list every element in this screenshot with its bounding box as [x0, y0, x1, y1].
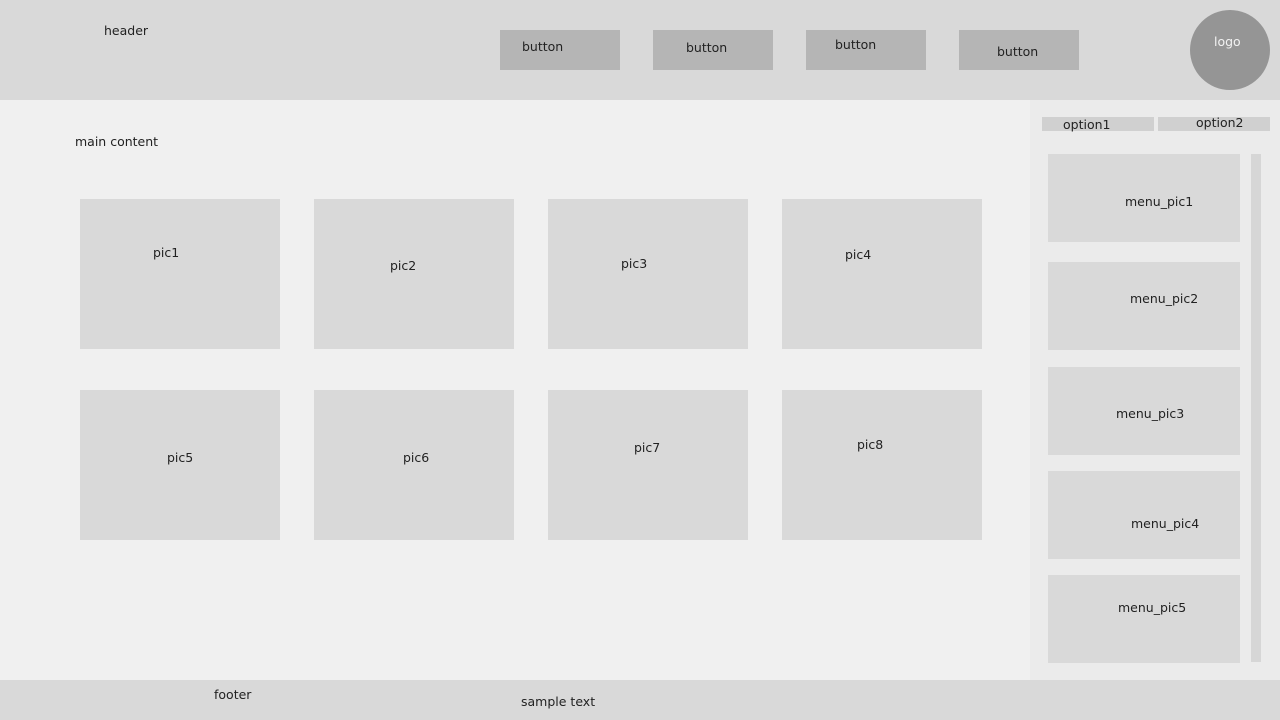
logo-label: logo [1214, 34, 1241, 49]
pic-4-label: pic4 [845, 247, 872, 262]
pic-8-label: pic8 [857, 437, 884, 452]
option-1-label: option1 [1063, 117, 1111, 132]
pic-5[interactable]: pic5 [80, 390, 280, 540]
header-button-4[interactable]: button [959, 30, 1079, 70]
menu-pic-5-label: menu_pic5 [1118, 600, 1187, 615]
pic-7-label: pic7 [634, 440, 661, 455]
main-content-label: main content [75, 134, 159, 149]
header-button-2-label: button [686, 40, 728, 55]
pic-2-label: pic2 [390, 258, 417, 273]
header-button-1-label: button [522, 39, 564, 54]
pic-6-label: pic6 [403, 450, 430, 465]
header-button-2[interactable]: button [653, 30, 773, 70]
pic-3-label: pic3 [621, 256, 648, 271]
menu-pic-3-label: menu_pic3 [1116, 406, 1185, 421]
menu-pic-2[interactable]: menu_pic2 [1048, 262, 1240, 350]
option-2-label: option2 [1196, 115, 1244, 130]
footer-label: footer [214, 687, 252, 702]
pic-6[interactable]: pic6 [314, 390, 514, 540]
sidebar: option1 option2 menu_pic1 menu_pic2 menu… [1030, 100, 1280, 680]
header-button-3-label: button [835, 37, 877, 52]
footer-sample-text: sample text [521, 694, 596, 709]
header-label: header [104, 23, 149, 38]
pic-1[interactable]: pic1 [80, 199, 280, 349]
header: header button button button button logo [0, 0, 1280, 100]
footer: footer sample text [0, 680, 1280, 720]
sidebar-scrollbar[interactable] [1251, 154, 1261, 662]
logo[interactable]: logo [1190, 10, 1270, 90]
main-content: main content pic1 pic2 pic3 pic4 pic5 pi… [0, 100, 1030, 680]
header-button-3[interactable]: button [806, 30, 926, 70]
pic-1-label: pic1 [153, 245, 180, 260]
menu-pic-4[interactable]: menu_pic4 [1048, 471, 1240, 559]
menu-pic-1-label: menu_pic1 [1125, 194, 1194, 209]
option-2[interactable]: option2 [1158, 115, 1270, 131]
menu-pic-5[interactable]: menu_pic5 [1048, 575, 1240, 663]
pic-7[interactable]: pic7 [548, 390, 748, 540]
option-1[interactable]: option1 [1042, 117, 1154, 132]
pic-3[interactable]: pic3 [548, 199, 748, 349]
header-button-1[interactable]: button [500, 30, 620, 70]
menu-pic-2-label: menu_pic2 [1130, 291, 1199, 306]
pic-5-label: pic5 [167, 450, 194, 465]
pic-8[interactable]: pic8 [782, 390, 982, 540]
menu-pic-4-label: menu_pic4 [1131, 516, 1200, 531]
menu-pic-1[interactable]: menu_pic1 [1048, 154, 1240, 242]
pic-2[interactable]: pic2 [314, 199, 514, 349]
menu-pic-3[interactable]: menu_pic3 [1048, 367, 1240, 455]
page: header button button button button logo … [0, 0, 1280, 720]
header-button-4-label: button [997, 44, 1039, 59]
pic-4[interactable]: pic4 [782, 199, 982, 349]
